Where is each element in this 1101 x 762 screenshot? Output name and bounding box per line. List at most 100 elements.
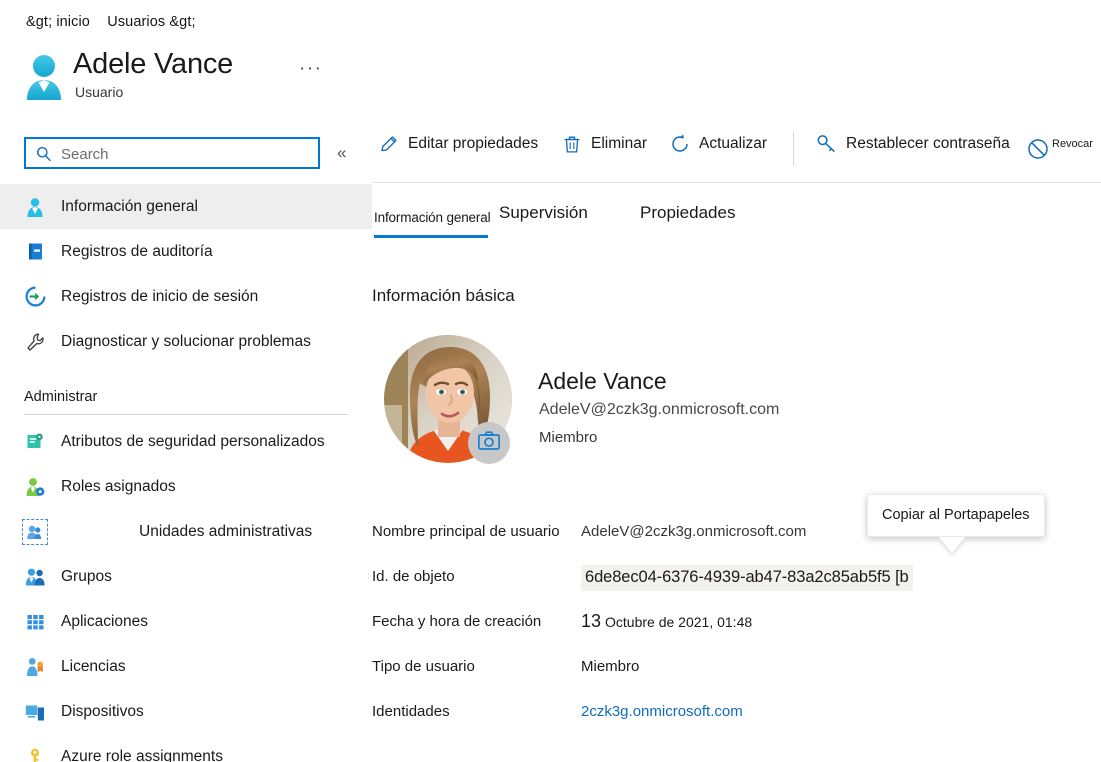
change-photo-button[interactable]: [468, 422, 510, 464]
attributes-icon: [24, 431, 46, 453]
more-options-button[interactable]: ···: [299, 59, 322, 78]
sidebar-item-label: Grupos: [61, 567, 112, 585]
user-icon: [24, 196, 46, 218]
property-label: Tipo de usuario: [372, 658, 475, 675]
profile-card: Adele Vance AdeleV@2czk3g.onmicrosoft.co…: [372, 335, 932, 485]
creation-date-day: 13: [581, 611, 602, 631]
book-icon: [24, 241, 46, 263]
sidebar-item-roles-asignados[interactable]: Roles asignados: [0, 464, 372, 509]
delete-label: Eliminar: [591, 135, 647, 152]
refresh-label: Actualizar: [699, 135, 768, 152]
creation-date-rest: Octubre de 2021, 01:48: [605, 614, 753, 630]
table-row: Id. de objeto 6de8ec04-6376-4939-ab47-83…: [372, 565, 1072, 596]
pencil-icon: [378, 133, 400, 155]
user-avatar-icon: [22, 54, 66, 100]
edit-properties-button[interactable]: Editar propiedades: [378, 133, 539, 155]
tab-propiedades[interactable]: Propiedades: [640, 203, 735, 223]
sidebar-item-label: Atributos de seguridad personalizados: [61, 432, 325, 450]
copy-tooltip-text: Copiar al Portapapeles: [867, 494, 1045, 537]
search-input[interactable]: [59, 139, 313, 169]
sidebar-item-informacion-general[interactable]: Información general: [0, 184, 372, 229]
search-icon: [36, 146, 52, 162]
sidebar-item-label: Registros de auditoría: [61, 242, 213, 260]
revoke-sessions-label[interactable]: Revocar: [1052, 138, 1093, 150]
property-label: Fecha y hora de creación: [372, 613, 542, 630]
sidebar-item-label: Roles asignados: [61, 477, 176, 495]
breadcrumb-item-home[interactable]: &gt; inicio: [26, 14, 90, 30]
breadcrumb: &gt; inicio Usuarios &gt;: [26, 14, 196, 30]
property-label: Identidades: [372, 703, 450, 720]
sidebar-item-label: Dispositivos: [61, 702, 144, 720]
key-icon: [24, 746, 46, 762]
edit-properties-label: Editar propiedades: [408, 135, 539, 152]
tab-label: Supervisión: [499, 203, 588, 222]
sidebar-item-licencias[interactable]: Licencias: [0, 644, 372, 689]
property-label: Id. de objeto: [372, 568, 455, 585]
sidebar-item-atributos-seguridad[interactable]: Atributos de seguridad personalizados: [0, 419, 372, 464]
sidebar-item-diagnosticar-problemas[interactable]: Diagnosticar y solucionar problemas: [0, 319, 372, 364]
collapse-sidebar-button[interactable]: «: [337, 141, 346, 165]
sidebar-section-label: Administrar: [24, 389, 98, 405]
table-row: Tipo de usuario Miembro: [372, 658, 1072, 686]
sidebar-item-dispositivos[interactable]: Dispositivos: [0, 689, 372, 734]
sidebar-item-grupos[interactable]: Grupos: [0, 554, 372, 599]
profile-role: Miembro: [539, 429, 598, 446]
resource-header: Adele Vance Usuario ···: [0, 44, 372, 122]
sidebar-item-label: Unidades administrativas: [139, 522, 313, 540]
wrench-icon: [24, 331, 46, 353]
sidebar-search-row: «: [0, 137, 372, 171]
devices-icon: [24, 701, 46, 723]
license-icon: [24, 656, 46, 678]
sidebar-item-label: Registros de inicio de sesión: [61, 287, 259, 305]
sidebar-item-label: Información general: [61, 197, 198, 215]
delete-button[interactable]: Eliminar: [561, 133, 647, 155]
tab-informacion-general[interactable]: Información general: [374, 210, 491, 238]
sidebar-section-administrar: Administrar: [0, 364, 372, 408]
tab-label: Información general: [374, 210, 491, 225]
reset-password-button[interactable]: Restablecer contraseña: [816, 133, 1010, 155]
sidebar-item-label: Licencias: [61, 657, 126, 675]
identities-link[interactable]: 2czk3g.onmicrosoft.com: [581, 703, 743, 720]
sidebar-item-label: Azure role assignments: [61, 747, 223, 762]
object-id-copy-value[interactable]: 6de8ec04-6376-4939-ab47-83a2c85ab5f5 [b: [581, 565, 913, 591]
apps-grid-icon: [24, 611, 46, 633]
copy-tooltip-arrow: [939, 537, 965, 553]
sidebar-divider: [24, 414, 348, 415]
section-heading-informacion-basica: Información básica: [372, 286, 515, 305]
sidebar-nav: Información general Registros de auditor…: [0, 184, 372, 762]
property-value: AdeleV@2czk3g.onmicrosoft.com: [581, 523, 807, 540]
tab-bar: Información general Supervisión Propieda…: [372, 200, 1101, 238]
main-content: Editar propiedades Delete Eliminar Refre…: [372, 120, 1101, 762]
property-label: Nombre principal de usuario: [372, 523, 560, 540]
tab-supervision[interactable]: Supervisión: [499, 203, 588, 223]
sidebar-item-azure-role-assignments[interactable]: Azure role assignments: [0, 734, 372, 762]
sidebar-item-registros-de-auditoria[interactable]: Registros de auditoría: [0, 229, 372, 274]
sidebar-item-label: Diagnosticar y solucionar problemas: [61, 332, 311, 350]
sidebar-item-aplicaciones[interactable]: Aplicaciones: [0, 599, 372, 644]
sign-in-icon: [24, 286, 46, 308]
camera-icon: [478, 431, 500, 455]
page-title: Adele Vance: [73, 48, 234, 80]
profile-email: AdeleV@2czk3g.onmicrosoft.com: [539, 401, 780, 418]
tab-label: Propiedades: [640, 203, 736, 222]
profile-name: Adele Vance: [538, 368, 667, 394]
sidebar-item-unidades-administrativas[interactable]: Unidades administrativas: [0, 509, 372, 554]
key-icon: [816, 133, 838, 155]
profile-avatar[interactable]: [384, 335, 512, 464]
admin-units-icon: [22, 518, 48, 545]
search-box[interactable]: [24, 137, 320, 169]
reset-password-label: Restablecer contraseña: [846, 135, 1010, 152]
breadcrumb-item-users[interactable]: Usuarios &gt;: [107, 14, 195, 30]
groups-icon: [24, 566, 46, 588]
table-row: Fecha y hora de creación 13 Octubre de 20…: [372, 611, 1072, 641]
trash-icon: [561, 133, 583, 155]
command-toolbar: Editar propiedades Delete Eliminar Refre…: [372, 120, 1101, 183]
sidebar-item-label: Aplicaciones: [61, 612, 149, 630]
property-value: Miembro: [581, 658, 640, 675]
user-role-icon: [24, 476, 46, 498]
refresh-button[interactable]: Actualizar: [669, 133, 768, 155]
page-subtitle: Usuario: [75, 84, 124, 100]
revoke-sessions-icon[interactable]: [1026, 137, 1050, 166]
copy-tooltip: Copiar al Portapapeles: [867, 494, 1045, 553]
sidebar-item-registros-inicio-sesion[interactable]: Registros de inicio de sesión: [0, 274, 372, 319]
